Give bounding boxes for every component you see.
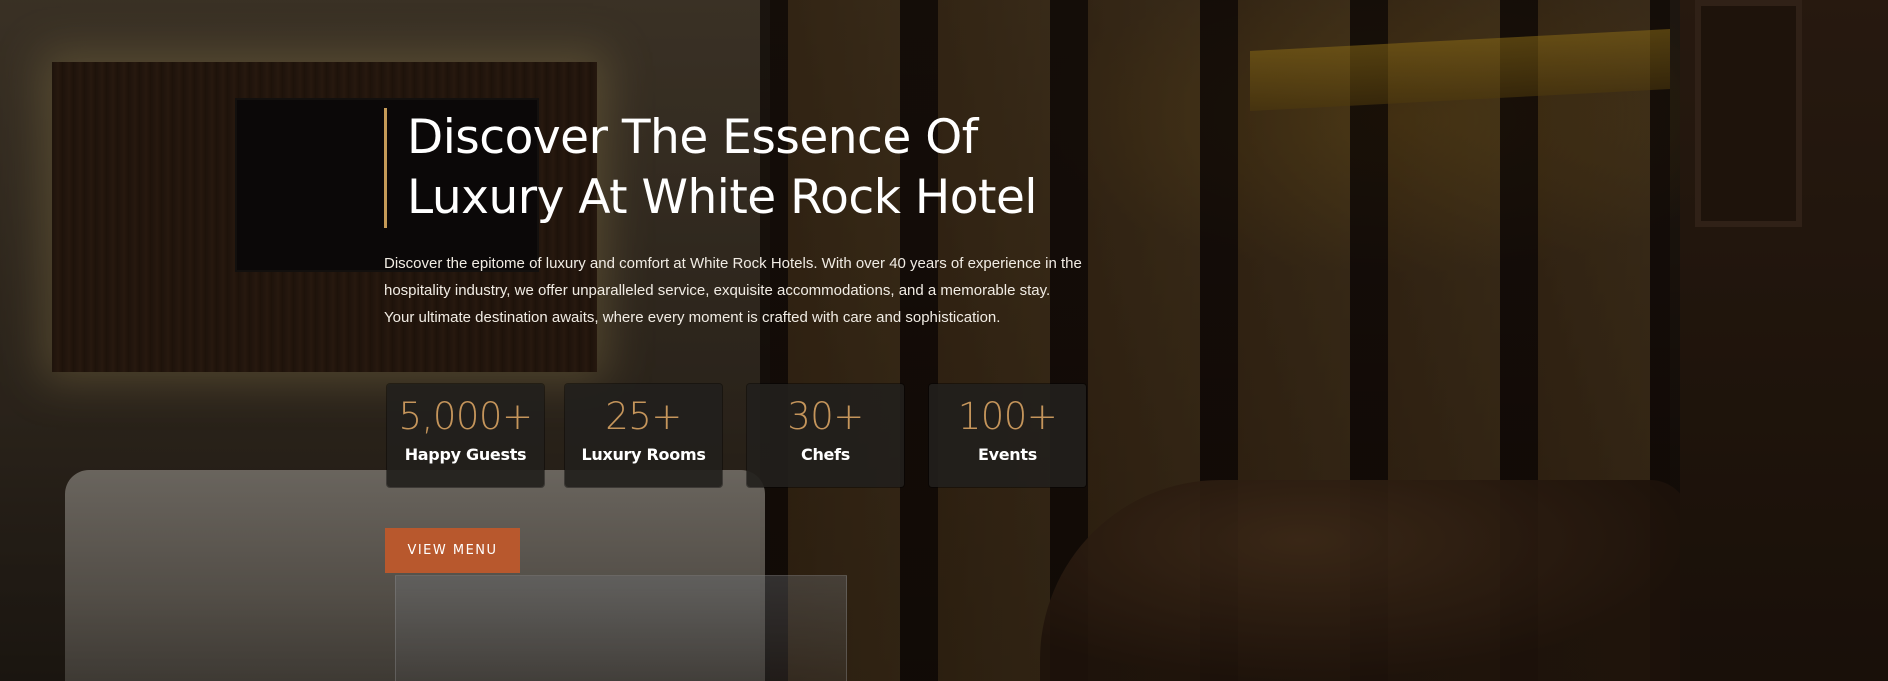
stat-card-luxury-rooms: 25+ Luxury Rooms [565, 384, 722, 487]
hero-section: Discover The Essence Of Luxury At White … [0, 0, 1888, 681]
hero-description: Discover the epitome of luxury and comfo… [384, 255, 1082, 326]
hero-title-line-2: Luxury At White Rock Hotel [407, 170, 1037, 225]
stat-value: 25+ [605, 395, 682, 438]
stat-card-happy-guests: 5,000+ Happy Guests [387, 384, 544, 487]
stat-value: 30+ [787, 395, 864, 438]
hero-content: Discover The Essence Of Luxury At White … [384, 108, 1104, 331]
stat-label: Events [978, 445, 1037, 464]
stat-label: Luxury Rooms [581, 445, 706, 464]
stat-card-events: 100+ Events [929, 384, 1086, 487]
hero-title-line-1: Discover The Essence Of [407, 110, 978, 165]
stat-value: 5,000+ [398, 395, 533, 438]
view-menu-button[interactable]: VIEW MENU [385, 528, 520, 573]
hero-title-block: Discover The Essence Of Luxury At White … [384, 108, 1104, 228]
stat-card-chefs: 30+ Chefs [747, 384, 904, 487]
hero-dark-overlay [0, 0, 1888, 681]
stat-label: Happy Guests [404, 445, 527, 464]
stat-label: Chefs [801, 445, 850, 464]
stat-value: 100+ [957, 395, 1058, 438]
hero-title: Discover The Essence Of Luxury At White … [407, 108, 1104, 228]
